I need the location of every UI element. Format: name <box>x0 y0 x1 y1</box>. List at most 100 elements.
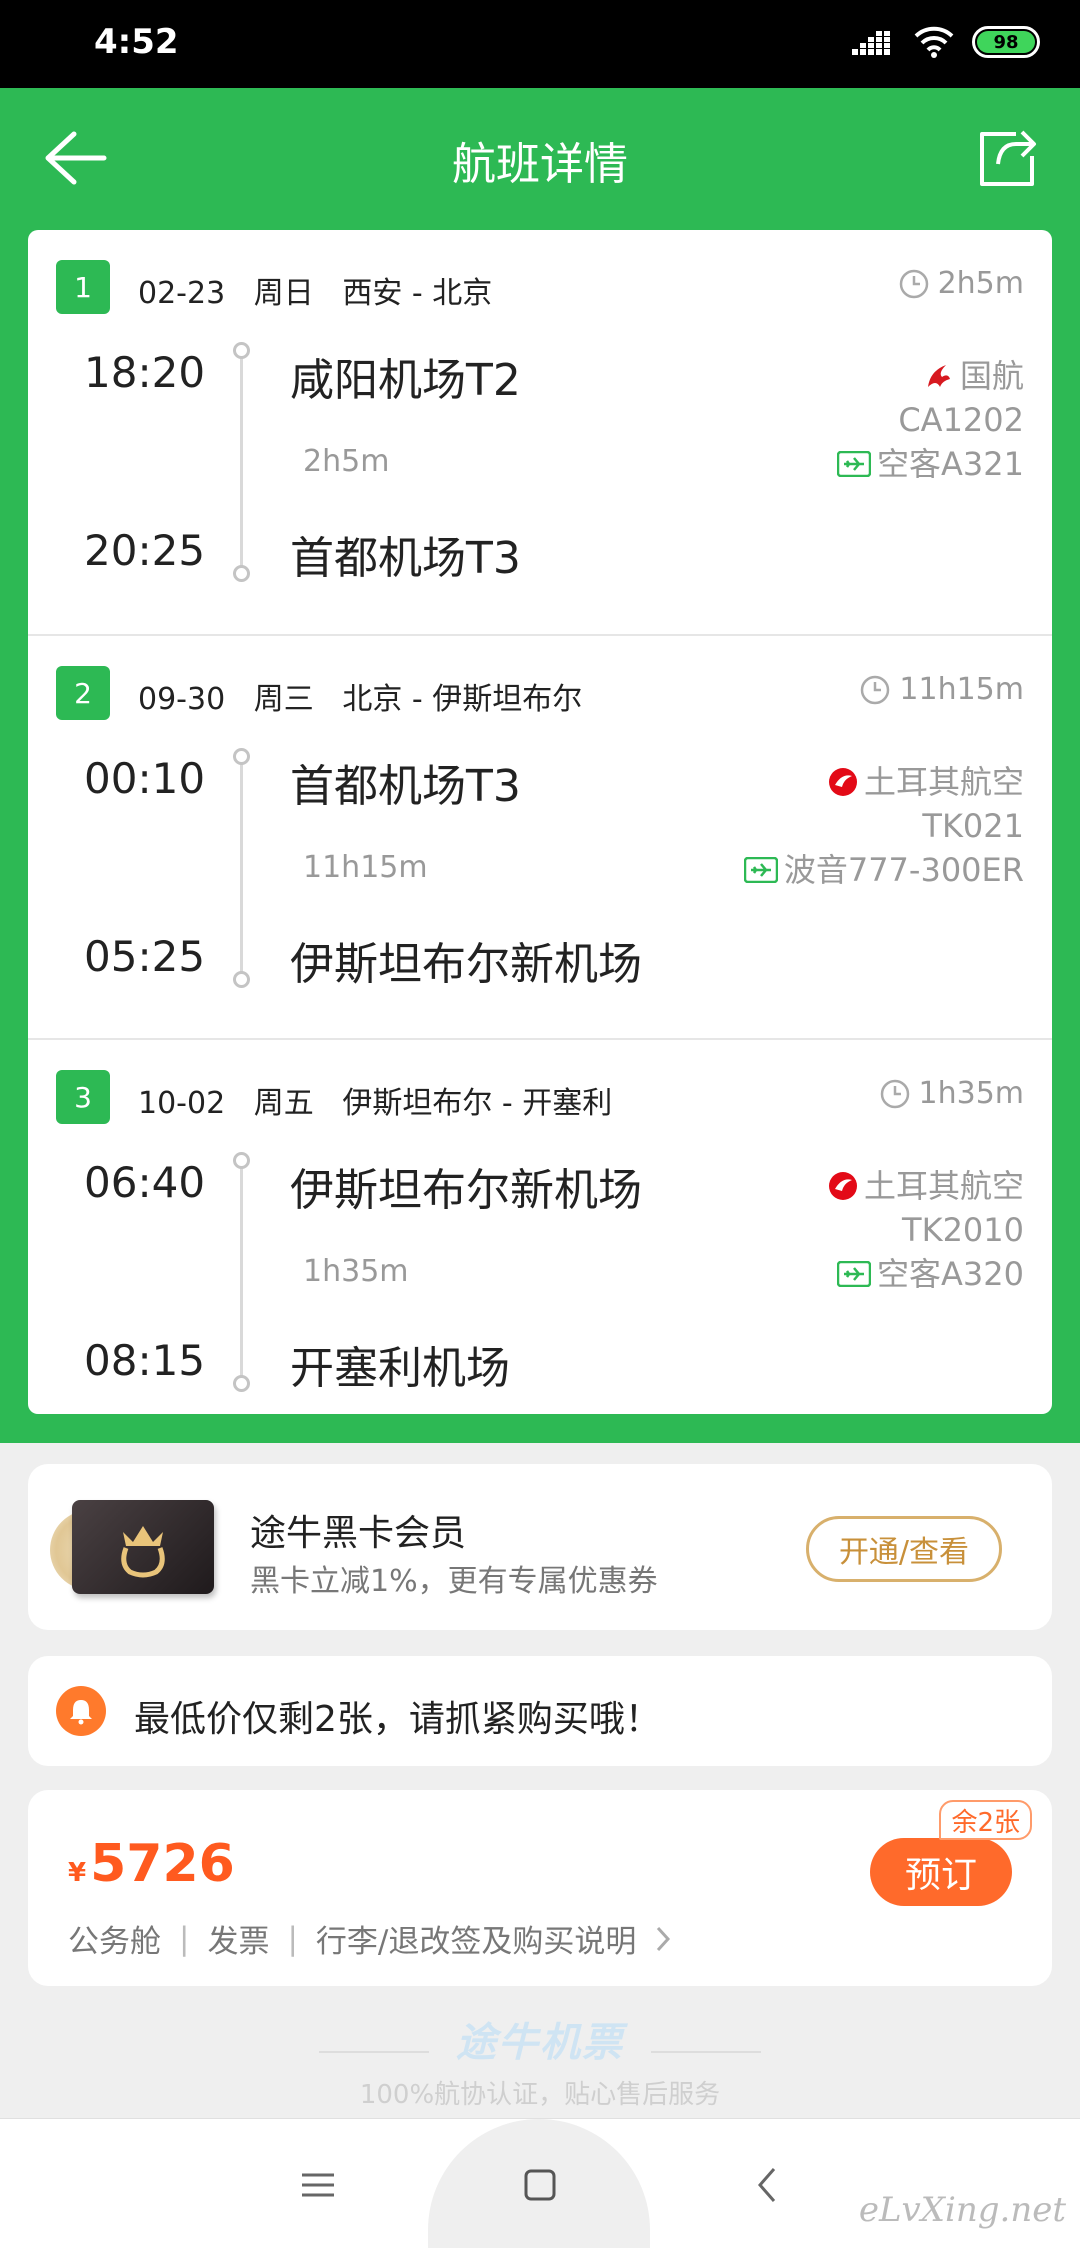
flight-duration: 2h5m <box>303 444 390 479</box>
departure-airport: 伊斯坦布尔新机场 <box>290 1165 642 1216</box>
divider <box>318 2050 429 2053</box>
brand-subtitle: 100%航协认证，贴心售后服务 <box>359 2080 721 2110</box>
airline-name: 土耳其航空 <box>863 763 1024 801</box>
brand-name: 途牛机票 <box>456 2020 624 2066</box>
price: ¥ 5726 <box>68 1834 235 1894</box>
airline-name: 国航 <box>959 357 1024 395</box>
aircraft-icon <box>837 451 872 477</box>
status-bar: 4:52 98 <box>0 0 1080 88</box>
segment-info: 09-30 周三 北京 - 伊斯坦布尔 <box>138 682 583 717</box>
low-stock-notice: 最低价仅剩2张，请抓紧购买哦！ <box>28 1656 1052 1766</box>
battery-level: 98 <box>977 31 1035 53</box>
departure-airport: 咸阳机场T2 <box>290 355 521 406</box>
cabin-class: 公务舱 <box>68 1924 161 1960</box>
signal-icon <box>852 31 890 55</box>
segment-duration-text: 1h35m <box>918 1076 1025 1111</box>
airline-info: 土耳其航空 TK2010 空客A320 <box>828 1164 1024 1296</box>
flight-number: TK2010 <box>902 1211 1024 1249</box>
status-icons: 98 <box>852 26 1040 58</box>
brand-footer: 途牛机票 100%航协认证，贴心售后服务 <box>0 2010 1080 2111</box>
segment-index-badge: 2 <box>56 666 110 720</box>
baggage-rules-link[interactable]: 行李/退改签及购买说明 <box>316 1916 636 1961</box>
status-time: 4:52 <box>94 22 179 62</box>
departure-dot <box>233 748 250 765</box>
timeline-line <box>240 764 243 982</box>
black-card-image <box>72 1500 214 1594</box>
wifi-icon <box>914 26 954 58</box>
notice-text: 最低价仅剩2张，请抓紧购买哦！ <box>134 1699 661 1740</box>
flight-number: CA1202 <box>898 401 1024 439</box>
bell-icon <box>56 1686 106 1736</box>
price-value: 5726 <box>90 1834 235 1894</box>
arrival-time: 05:25 <box>84 932 206 981</box>
timeline-line <box>240 1168 243 1386</box>
departure-airport: 首都机场T3 <box>290 761 521 812</box>
flight-duration: 11h15m <box>303 850 428 885</box>
arrival-dot <box>233 565 250 582</box>
turkish-airlines-logo-icon <box>828 768 857 796</box>
airline-info: 土耳其航空 TK021 波音777-300ER <box>743 760 1024 892</box>
arrival-time: 08:15 <box>84 1336 206 1385</box>
header: 航班详情 <box>0 88 1080 228</box>
departure-time: 06:40 <box>84 1158 206 1207</box>
separator: | <box>287 1920 298 1957</box>
home-square-icon[interactable] <box>510 2155 570 2215</box>
segment-duration-text: 11h15m <box>899 672 1024 707</box>
departure-time: 18:20 <box>84 348 206 397</box>
turkish-airlines-logo-icon <box>828 1172 857 1200</box>
currency-symbol: ¥ <box>68 1858 87 1888</box>
arrival-dot <box>233 971 250 988</box>
arrival-airport: 伊斯坦布尔新机场 <box>290 939 642 990</box>
arrival-dot <box>233 1375 250 1392</box>
flight-segment: 1 02-23 周日 西安 - 北京 2h5m 18:20 20:25 咸阳机场… <box>28 230 1052 634</box>
flight-detail-area: 航班详情 1 02-23 周日 西安 - 北京 2h5m 18:20 20:25… <box>0 88 1080 1443</box>
segment-index-badge: 1 <box>56 260 110 314</box>
flight-number: TK021 <box>922 807 1024 845</box>
arrival-time: 20:25 <box>84 526 206 575</box>
back-nav-icon[interactable] <box>738 2155 798 2215</box>
flight-segment: 2 09-30 周三 北京 - 伊斯坦布尔 11h15m 00:10 05:25… <box>28 634 1052 1038</box>
airline-info: 国航 CA1202 空客A321 <box>837 354 1024 486</box>
separator: | <box>179 1920 190 1957</box>
price-meta[interactable]: 公务舱 | 发票 | 行李/退改签及购买说明 <box>68 1916 672 1961</box>
watermark-text: eLvXing.net <box>858 2190 1066 2230</box>
share-icon[interactable] <box>976 126 1040 190</box>
open-view-button[interactable]: 开通/查看 <box>806 1516 1002 1582</box>
aircraft-type: 波音777-300ER <box>783 851 1024 889</box>
segment-info: 10-02 周五 伊斯坦布尔 - 开塞利 <box>138 1086 613 1121</box>
arrival-airport: 开塞利机场 <box>290 1343 510 1394</box>
segment-duration: 11h15m <box>859 672 1024 707</box>
departure-dot <box>233 1152 250 1169</box>
segment-info: 02-23 周日 西安 - 北京 <box>138 276 493 311</box>
page-title: 航班详情 <box>452 139 628 190</box>
air-china-logo-icon <box>927 365 950 387</box>
remaining-tickets-badge: 余2张 <box>939 1800 1032 1840</box>
black-card-member-banner[interactable]: 途牛黑卡会员 黑卡立减1%，更有专属优惠券 开通/查看 <box>28 1464 1052 1630</box>
airline-name: 土耳其航空 <box>863 1167 1024 1205</box>
segment-duration-text: 2h5m <box>937 266 1024 301</box>
flight-segment: 3 10-02 周五 伊斯坦布尔 - 开塞利 1h35m 06:40 08:15… <box>28 1038 1052 1414</box>
member-subtitle: 黑卡立减1%，更有专属优惠券 <box>250 1564 658 1599</box>
flight-duration: 1h35m <box>303 1254 409 1289</box>
menu-icon[interactable] <box>288 2155 348 2215</box>
price-card: ¥ 5726 公务舱 | 发票 | 行李/退改签及购买说明 预订 余2张 <box>28 1790 1052 1986</box>
segment-duration: 1h35m <box>879 1076 1025 1111</box>
book-button[interactable]: 预订 <box>870 1838 1012 1906</box>
flights-card: 1 02-23 周日 西安 - 北京 2h5m 18:20 20:25 咸阳机场… <box>28 230 1052 1414</box>
timeline-line <box>240 358 243 576</box>
clock-icon <box>899 269 928 298</box>
aircraft-icon <box>743 857 778 883</box>
arrival-airport: 首都机场T3 <box>290 533 521 584</box>
invoice-label: 发票 <box>207 1924 270 1960</box>
segment-duration: 2h5m <box>898 266 1024 301</box>
departure-time: 00:10 <box>84 754 206 803</box>
clock-icon <box>880 1079 909 1108</box>
departure-dot <box>233 342 250 359</box>
chevron-right-icon <box>657 1926 671 1951</box>
crown-icon <box>121 1526 165 1578</box>
battery-icon: 98 <box>972 26 1040 58</box>
divider <box>651 2050 762 2053</box>
aircraft-type: 空客A320 <box>877 1255 1024 1293</box>
aircraft-icon <box>837 1261 872 1287</box>
clock-icon <box>861 675 890 704</box>
